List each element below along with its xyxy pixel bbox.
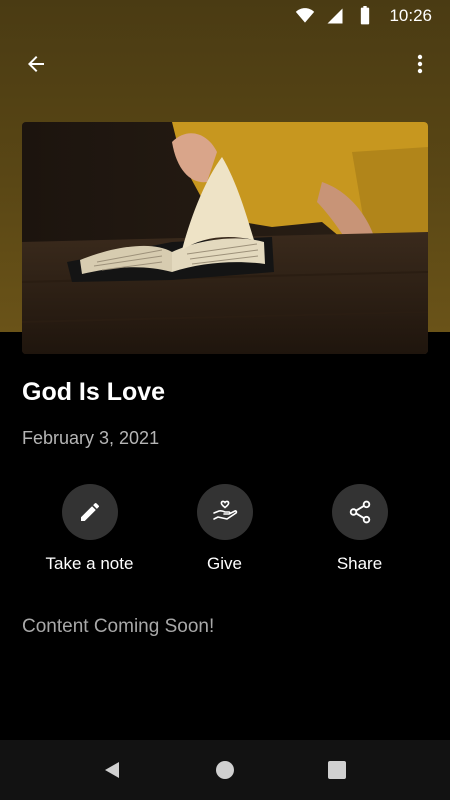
article-date: February 3, 2021 [22, 428, 160, 448]
battery-icon [361, 6, 370, 25]
give-button[interactable]: Give [157, 484, 292, 574]
take-a-note-label: Take a note [45, 554, 134, 573]
take-a-note-circle [61, 484, 118, 540]
nav-back-button[interactable] [92, 754, 132, 786]
pencil-icon [80, 502, 99, 521]
hand-heart-icon [212, 500, 237, 520]
share-button[interactable]: Share [292, 484, 427, 574]
circle-home-icon [216, 761, 234, 779]
action-row: Take a note Give Share [0, 484, 450, 584]
more-vert-icon [417, 54, 423, 74]
nav-home-button[interactable] [205, 754, 245, 786]
more-options-button[interactable] [400, 44, 440, 84]
back-button[interactable] [16, 44, 56, 84]
status-bar: 10:26 [0, 0, 450, 32]
nav-recents-button[interactable] [317, 754, 357, 786]
article-title: God Is Love [22, 378, 166, 406]
give-circle [196, 484, 253, 540]
take-a-note-button[interactable]: Take a note [22, 484, 157, 574]
arrow-back-icon [28, 56, 44, 72]
app-bar [0, 36, 450, 92]
triangle-back-icon [105, 762, 119, 778]
system-navigation-bar [0, 740, 450, 800]
wifi-icon [296, 8, 315, 23]
square-recents-icon [328, 761, 346, 779]
status-time: 10:26 [389, 6, 432, 25]
content-placeholder: Content Coming Soon! [22, 616, 215, 637]
share-circle [331, 484, 388, 540]
give-label: Give [207, 554, 242, 573]
share-icon [349, 500, 370, 524]
cellular-signal-icon [327, 8, 343, 24]
open-bible-illustration [22, 122, 428, 354]
share-label: Share [336, 554, 383, 573]
hero-image [22, 122, 428, 354]
